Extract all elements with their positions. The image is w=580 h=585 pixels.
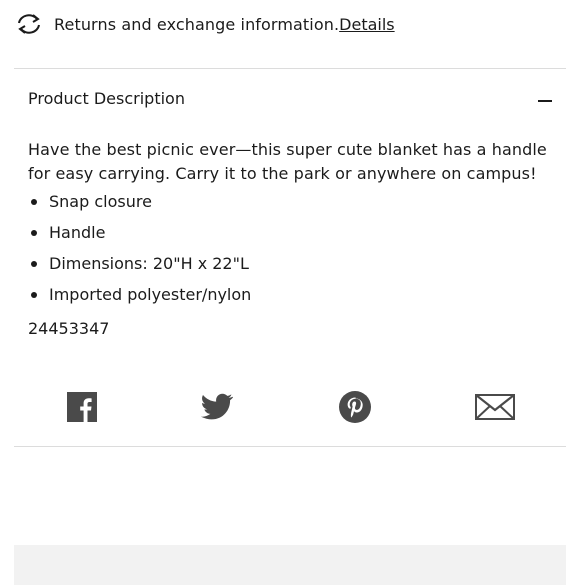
list-item: Imported polyester/nylon <box>28 285 548 316</box>
returns-details-link[interactable]: Details <box>339 15 394 34</box>
refresh-arrows-icon <box>14 11 44 37</box>
minus-icon[interactable] <box>538 100 552 102</box>
twitter-icon[interactable] <box>200 390 234 424</box>
product-description-body: Have the best picnic ever—this super cut… <box>28 138 548 338</box>
product-description-accordion-header[interactable]: Product Description <box>14 82 566 118</box>
list-item: Snap closure <box>28 192 548 223</box>
grey-panel <box>14 545 566 585</box>
accordion-title: Product Description <box>28 89 185 108</box>
description-paragraph: Have the best picnic ever—this super cut… <box>28 140 547 183</box>
list-item: Handle <box>28 223 548 254</box>
returns-info-row: Returns and exchange information. Detail… <box>14 10 395 38</box>
email-icon[interactable] <box>474 390 516 424</box>
list-item: Dimensions: 20"H x 22"L <box>28 254 548 285</box>
product-sku: 24453347 <box>28 319 110 338</box>
pinterest-icon[interactable] <box>338 390 372 424</box>
divider <box>14 446 566 447</box>
feature-list: Snap closure Handle Dimensions: 20"H x 2… <box>28 192 548 316</box>
share-row <box>0 390 580 426</box>
returns-info-text: Returns and exchange information. <box>54 14 340 34</box>
facebook-icon[interactable] <box>66 390 98 424</box>
divider <box>14 68 566 69</box>
